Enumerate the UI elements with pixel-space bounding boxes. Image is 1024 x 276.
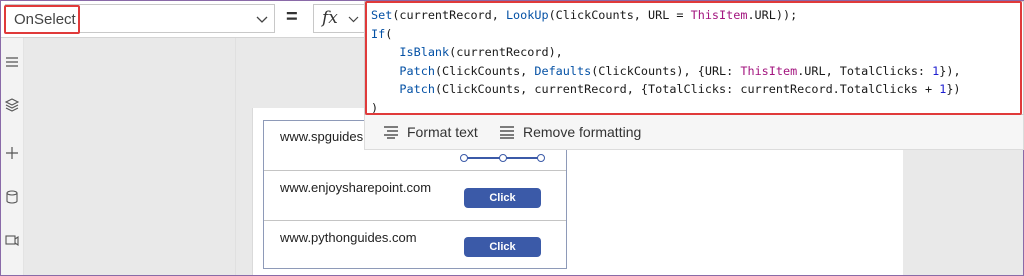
gallery-item-url: www.pythonguides.com bbox=[280, 230, 417, 245]
database-icon[interactable] bbox=[4, 189, 20, 205]
left-rail bbox=[1, 38, 24, 275]
canvas-divider bbox=[235, 38, 236, 275]
format-toolbar: Format text Remove formatting bbox=[364, 115, 1024, 150]
fx-button[interactable]: fx bbox=[313, 4, 365, 33]
gallery-item-url: www.enjoysharepoint.com bbox=[280, 180, 432, 195]
equals-sign: = bbox=[286, 6, 298, 28]
format-text-icon bbox=[384, 126, 398, 139]
resize-handle[interactable] bbox=[499, 154, 507, 162]
layers-icon[interactable] bbox=[4, 97, 20, 113]
remove-formatting-button[interactable]: Remove formatting bbox=[499, 124, 641, 140]
media-icon[interactable] bbox=[4, 233, 20, 249]
format-text-button[interactable]: Format text bbox=[383, 124, 478, 140]
fx-label: fx bbox=[322, 8, 338, 28]
remove-formatting-label: Remove formatting bbox=[523, 124, 642, 140]
click-button[interactable]: Click bbox=[464, 237, 541, 257]
resize-handle[interactable] bbox=[460, 154, 468, 162]
formula-highlight bbox=[365, 1, 1022, 115]
chevron-down-icon bbox=[256, 16, 268, 23]
gallery-item[interactable]: www.pythonguides.com Click bbox=[264, 221, 566, 271]
hamburger-menu-icon[interactable] bbox=[4, 54, 20, 70]
chevron-down-icon bbox=[348, 16, 359, 23]
remove-formatting-icon bbox=[500, 126, 514, 139]
format-text-label: Format text bbox=[407, 124, 478, 140]
gallery-item[interactable]: www.enjoysharepoint.com Click bbox=[264, 171, 566, 221]
resize-handle[interactable] bbox=[537, 154, 545, 162]
plus-icon[interactable] bbox=[4, 145, 20, 161]
gallery-item-url: www.spguides bbox=[280, 129, 364, 144]
click-button[interactable]: Click bbox=[464, 188, 541, 208]
property-highlight bbox=[4, 5, 80, 34]
